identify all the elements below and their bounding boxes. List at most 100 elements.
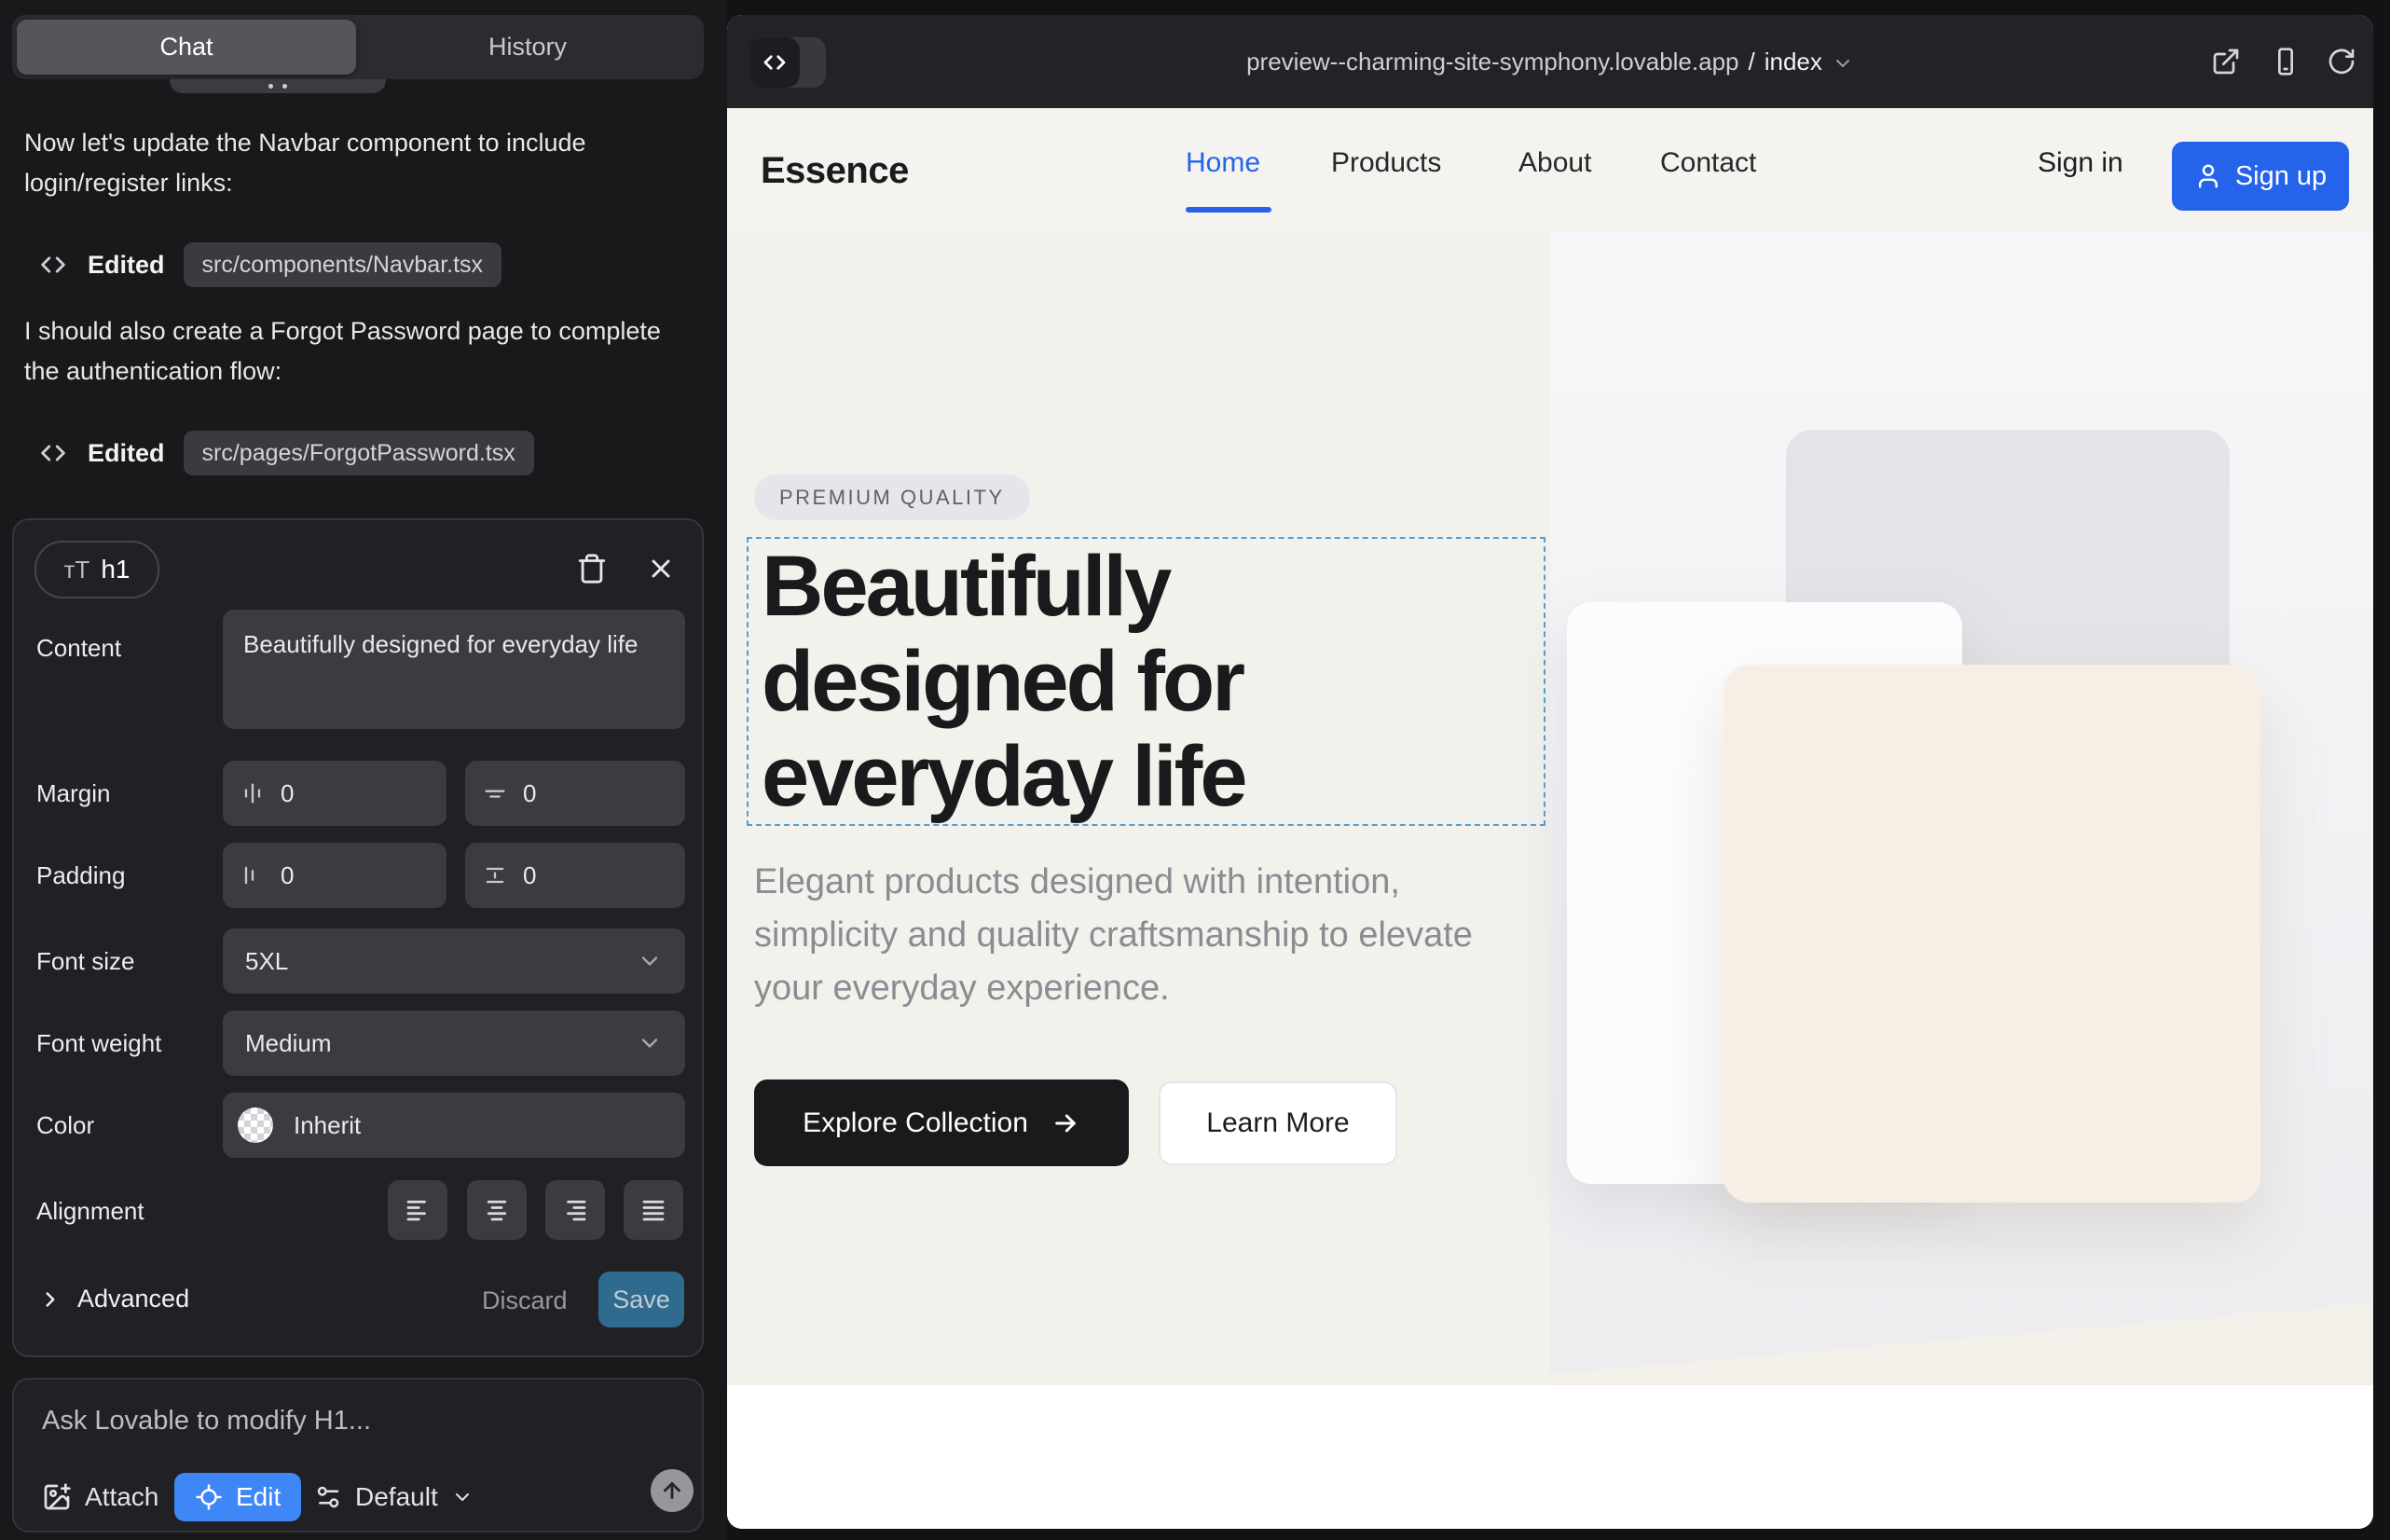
edited-label: Edited <box>88 439 165 468</box>
nav-link-home[interactable]: Home <box>1186 108 1260 218</box>
trash-icon <box>576 553 608 584</box>
preview-url-selector[interactable]: preview--charming-site-symphony.lovable.… <box>991 15 2109 108</box>
edited-label: Edited <box>88 251 165 280</box>
chevron-down-icon <box>637 948 663 974</box>
signin-link[interactable]: Sign in <box>2038 108 2123 218</box>
padding-y-input[interactable]: 0 <box>465 843 685 908</box>
tab-history[interactable]: History <box>356 20 699 75</box>
align-center-button[interactable] <box>467 1180 527 1240</box>
margin-horizontal-icon <box>240 780 266 806</box>
attach-button[interactable]: Attach <box>42 1473 158 1521</box>
align-right-button[interactable] <box>545 1180 605 1240</box>
hero-heading[interactable]: Beautifully designed for everyday life <box>762 539 1470 824</box>
color-swatch <box>238 1107 273 1143</box>
content-input[interactable]: Beautifully designed for everyday life <box>223 610 685 729</box>
target-icon <box>195 1483 223 1511</box>
user-icon <box>2194 162 2222 190</box>
model-selector[interactable]: Default <box>314 1473 474 1521</box>
chevron-down-icon <box>637 1030 663 1056</box>
code-view-toggle[interactable] <box>749 37 826 88</box>
h1-selection-outline[interactable]: Beautifully designed for everyday life <box>747 537 1545 826</box>
mobile-preview-button[interactable] <box>2271 47 2301 76</box>
learn-more-button[interactable]: Learn More <box>1159 1081 1397 1165</box>
hero-section: PREMIUM QUALITY Beautifully designed for… <box>727 233 2373 1385</box>
selected-element-pill[interactable]: тT h1 <box>34 541 159 598</box>
advanced-toggle[interactable]: Advanced <box>38 1285 189 1313</box>
close-icon <box>646 554 676 584</box>
open-external-button[interactable] <box>2211 47 2241 76</box>
composer-input[interactable]: Ask Lovable to modify H1... <box>42 1406 371 1437</box>
sliders-icon <box>314 1483 342 1511</box>
preview-toolbar: preview--charming-site-symphony.lovable.… <box>727 15 2373 108</box>
hero-description: Elegant products designed with intention… <box>754 856 1500 1015</box>
font-size-label: Font size <box>36 947 135 976</box>
edit-mode-button[interactable]: Edit <box>174 1473 301 1521</box>
close-panel-button[interactable] <box>640 548 681 589</box>
code-icon <box>37 437 69 469</box>
edited-file-row: Edited src/components/Navbar.tsx <box>37 242 501 287</box>
smartphone-icon <box>2271 47 2301 76</box>
margin-y-input[interactable]: 0 <box>465 761 685 826</box>
chevron-down-icon <box>1832 52 1854 75</box>
align-justify-icon <box>639 1196 667 1224</box>
font-weight-label: Font weight <box>36 1029 161 1058</box>
color-label: Color <box>36 1111 94 1140</box>
padding-horizontal-icon <box>240 862 266 888</box>
font-weight-select[interactable]: Medium <box>223 1011 685 1076</box>
preview-page: index <box>1765 48 1822 76</box>
lovable-editor-window: Chat History Now let's update the Navbar… <box>0 0 2390 1540</box>
code-icon <box>749 37 800 88</box>
chat-composer[interactable]: Ask Lovable to modify H1... Attach Edit … <box>12 1378 704 1533</box>
site-logo[interactable]: Essence <box>761 108 909 233</box>
margin-label: Margin <box>36 779 110 808</box>
align-right-icon <box>561 1196 589 1224</box>
font-size-select[interactable]: 5XL <box>223 928 685 994</box>
align-center-icon <box>483 1196 511 1224</box>
typography-icon: тT <box>64 556 90 584</box>
nav-link-about[interactable]: About <box>1518 108 1591 218</box>
padding-x-input[interactable]: 0 <box>223 843 446 908</box>
active-nav-underline <box>1186 207 1271 213</box>
align-left-button[interactable] <box>388 1180 447 1240</box>
file-badge[interactable]: src/components/Navbar.tsx <box>184 242 502 287</box>
hero-badge: PREMIUM QUALITY <box>754 474 1030 520</box>
align-left-icon <box>404 1196 432 1224</box>
site-navbar: Essence Home Products About Contact Sign… <box>727 108 2373 233</box>
explore-collection-button[interactable]: Explore Collection <box>754 1079 1129 1166</box>
file-badge[interactable]: src/pages/ForgotPassword.tsx <box>184 431 534 475</box>
hero-graphic-area <box>1550 233 2373 1385</box>
nav-link-products[interactable]: Products <box>1331 108 1441 218</box>
send-button[interactable] <box>651 1469 694 1512</box>
signup-button[interactable]: Sign up <box>2172 142 2349 211</box>
chat-message: Now let's update the Navbar component to… <box>24 123 682 203</box>
image-plus-icon <box>42 1482 72 1512</box>
alignment-label: Alignment <box>36 1197 144 1226</box>
arrow-up-icon <box>660 1478 684 1503</box>
margin-vertical-icon <box>482 780 508 806</box>
preview-pane: preview--charming-site-symphony.lovable.… <box>727 15 2373 1529</box>
arrow-right-icon <box>1051 1108 1080 1138</box>
color-select[interactable]: Inherit <box>223 1093 685 1158</box>
code-icon <box>37 249 69 281</box>
tab-chat[interactable]: Chat <box>17 20 356 75</box>
chat-message: I should also create a Forgot Password p… <box>24 311 682 392</box>
element-tag: h1 <box>101 555 130 584</box>
discard-button[interactable]: Discard <box>482 1286 568 1315</box>
decor-wedge <box>1550 1292 2373 1385</box>
preview-url: preview--charming-site-symphony.lovable.… <box>1246 48 1738 76</box>
save-button[interactable]: Save <box>598 1272 684 1327</box>
align-justify-button[interactable] <box>624 1180 683 1240</box>
nav-link-contact[interactable]: Contact <box>1660 108 1756 218</box>
chevron-down-icon <box>451 1486 474 1508</box>
site-viewport: Essence Home Products About Contact Sign… <box>727 108 2373 1529</box>
padding-label: Padding <box>36 861 125 890</box>
chat-sidebar: Chat History Now let's update the Navbar… <box>0 0 727 1540</box>
edited-file-row: Edited src/pages/ForgotPassword.tsx <box>37 431 534 475</box>
chat-history-tabs: Chat History <box>12 15 704 79</box>
external-link-icon <box>2211 47 2241 76</box>
margin-x-input[interactable]: 0 <box>223 761 446 826</box>
padding-vertical-icon <box>482 862 508 888</box>
delete-element-button[interactable] <box>571 548 612 589</box>
refresh-button[interactable] <box>2327 47 2356 76</box>
decor-card-cream <box>1724 665 2260 1203</box>
